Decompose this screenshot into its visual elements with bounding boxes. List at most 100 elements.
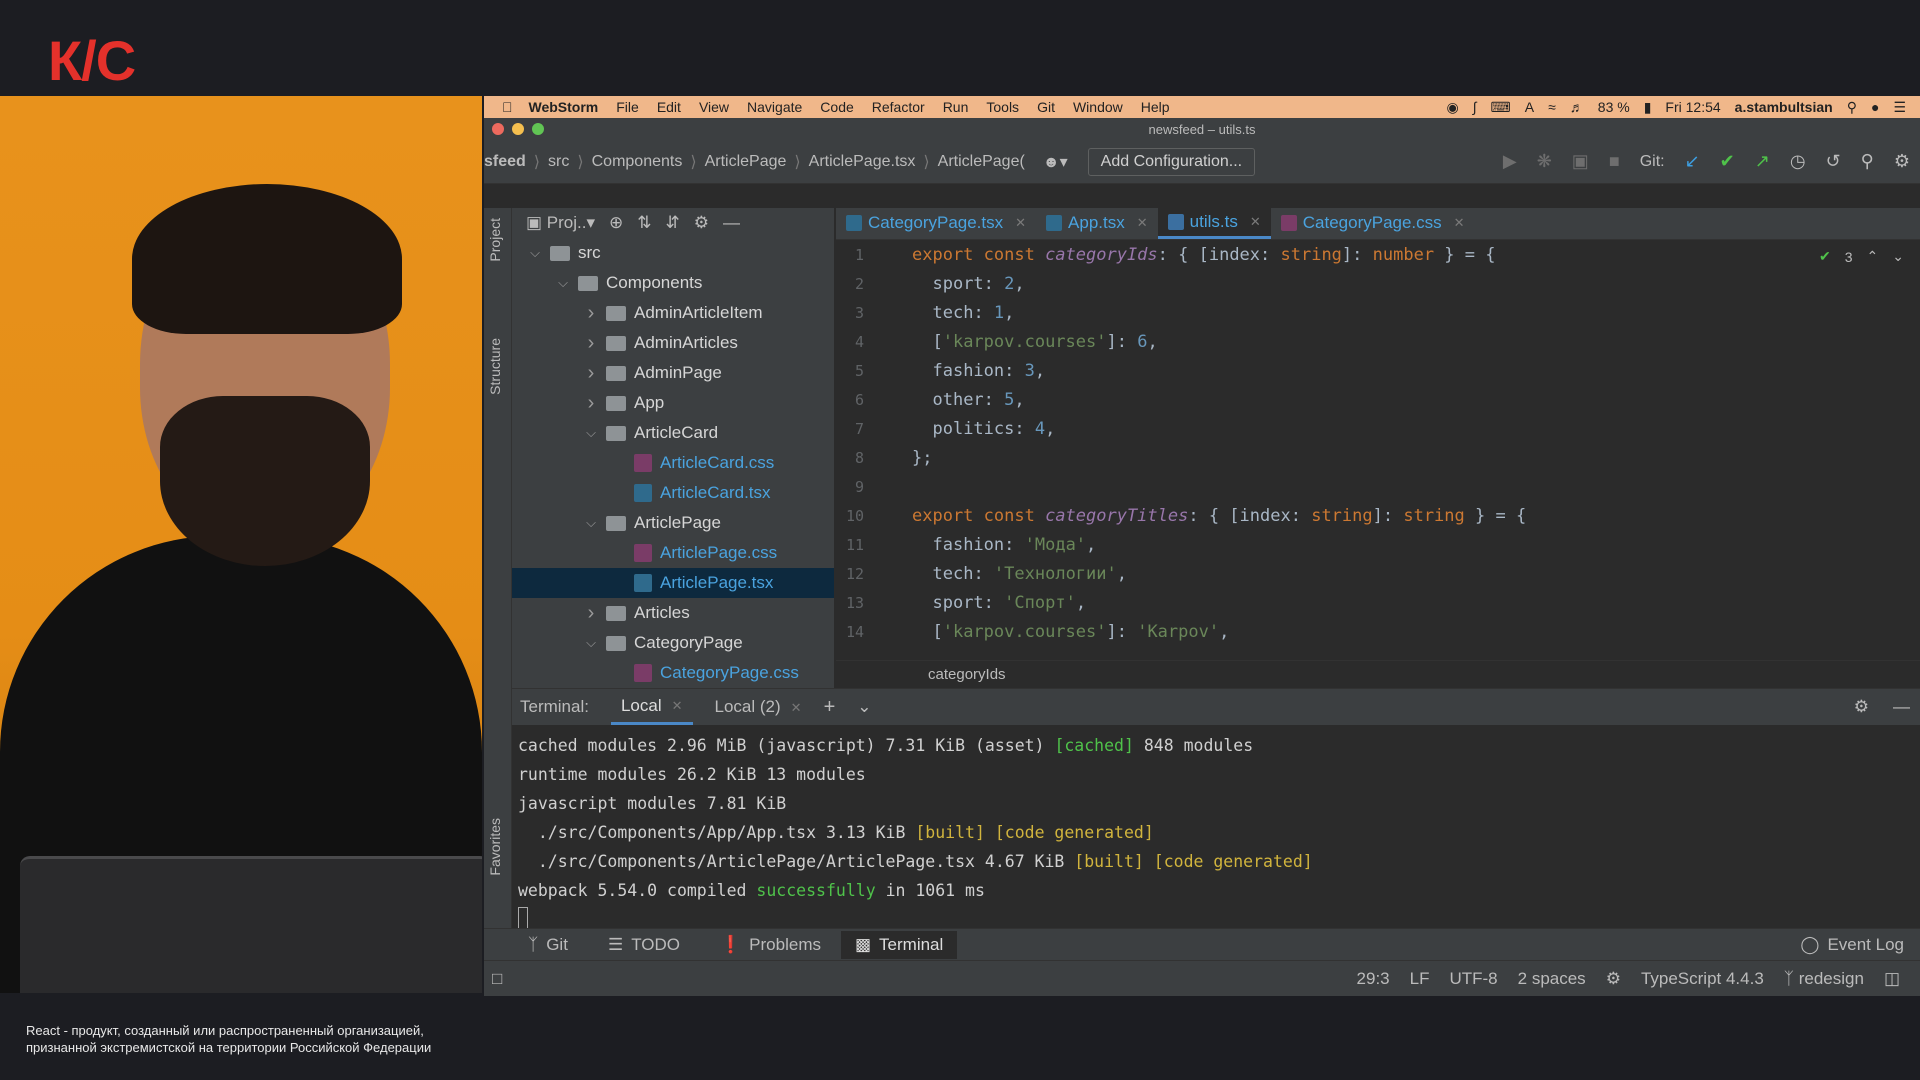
chevron-right-icon[interactable]: › [582,362,600,385]
spotlight-icon[interactable]: ⚲ [1847,99,1857,116]
readonly-lock-icon[interactable]: ◫ [1884,969,1900,989]
terminal-tab-local-2[interactable]: Local (2) ✕ [715,697,802,717]
apple-icon[interactable]:  [502,99,513,115]
chevron-right-icon[interactable]: › [582,602,600,625]
hide-icon[interactable]: — [723,213,740,233]
menu-git[interactable]: Git [1037,99,1055,115]
volume-icon[interactable]: ♬ [1570,99,1584,115]
tree-item[interactable]: › Articles [512,598,834,628]
problems-tool-button[interactable]: ❗ Problems [720,935,821,955]
tree-item[interactable]: › AdminArticles [512,328,834,358]
tree-item[interactable]: ArticlePage.tsx [512,568,834,598]
close-icon[interactable]: ✕ [1454,215,1465,231]
menu-file[interactable]: File [616,99,639,115]
menu-help[interactable]: Help [1141,99,1170,115]
chevron-right-icon[interactable]: › [582,332,600,355]
project-view-selector[interactable]: ▣ Proj..▾ [526,213,595,233]
input-source-icon[interactable]: A [1525,99,1534,115]
bluetooth-icon[interactable]: ∫ [1473,99,1477,115]
git-tool-button[interactable]: ᛉ Git [528,935,568,955]
clock[interactable]: Fri 12:54 [1665,99,1720,115]
tree-item[interactable]: › App [512,388,834,418]
close-icon[interactable]: ✕ [672,698,683,714]
editor-tab[interactable]: App.tsx ✕ [1036,207,1158,239]
tree-item[interactable]: ArticleCard.tsx [512,478,834,508]
chevron-right-icon[interactable]: › [582,302,600,325]
add-configuration-button[interactable]: Add Configuration... [1087,147,1256,176]
menu-refactor[interactable]: Refactor [872,99,925,115]
close-icon[interactable]: ✕ [1250,214,1261,230]
app-menu[interactable]: WebStorm [529,99,599,115]
breadcrumb-articlepage-file[interactable]: ArticlePage.tsx [809,153,916,171]
chevron-right-icon[interactable]: › [582,392,600,415]
chevron-down-icon[interactable]: ⌵ [582,635,600,651]
menu-edit[interactable]: Edit [657,99,681,115]
code-view[interactable]: 1 export const categoryIds: { [index: str… [836,240,1920,660]
editor-tab[interactable]: CategoryPage.css ✕ [1271,207,1475,239]
chevron-down-icon[interactable]: ⌵ [526,245,544,261]
lock-icon[interactable]: ⚙ [1606,969,1621,989]
tree-item[interactable]: ⌵ ArticleCard [512,418,834,448]
tree-item[interactable]: › AdminPage [512,358,834,388]
tree-item[interactable]: ⌵ Components [512,268,834,298]
tree-item[interactable]: ⌵ ArticlePage [512,508,834,538]
battery-icon[interactable]: ▮ [1644,99,1652,116]
debug-icon[interactable]: ❋ [1537,151,1552,172]
breadcrumb-function[interactable]: ArticlePage( [938,153,1025,171]
hide-icon[interactable]: — [1893,697,1910,717]
chevron-down-icon[interactable]: ⌵ [554,275,572,291]
chevron-down-icon[interactable]: ⌄ [857,697,871,717]
git-branch[interactable]: ᛉ redesign [1784,969,1864,989]
language-service[interactable]: TypeScript 4.4.3 [1641,969,1764,989]
git-push-icon[interactable]: ↗ [1755,151,1770,172]
coverage-icon[interactable]: ▣ [1572,151,1589,172]
record-icon[interactable]: ◉ [1446,99,1458,116]
menu-code[interactable]: Code [820,99,853,115]
indent-setting[interactable]: 2 spaces [1518,969,1586,989]
rollback-icon[interactable]: ↺ [1826,151,1841,172]
terminal-output[interactable]: cached modules 2.96 MiB (javascript) 7.3… [512,725,1920,934]
editor-tab[interactable]: CategoryPage.tsx ✕ [836,207,1036,239]
event-log-button[interactable]: ◯ Event Log [1800,935,1904,955]
stop-icon[interactable]: ■ [1609,151,1620,172]
tree-item[interactable]: ⌵ CategoryPage [512,628,834,658]
gear-icon[interactable]: ⚙ [694,213,709,233]
panel-toggle-icon[interactable]: □ [492,969,502,989]
chevron-down-icon[interactable]: ⌄ [1892,248,1904,265]
structure-tool-tab[interactable]: Structure [487,338,503,395]
chevron-down-icon[interactable]: ⌵ [582,515,600,531]
keyboard-icon[interactable]: ⌨ [1491,99,1511,116]
favorites-tool-tab[interactable]: Favorites [487,818,503,876]
history-icon[interactable]: ◷ [1790,151,1806,172]
inspection-widget[interactable]: ✔ 3 ⌃ ⌄ [1819,248,1904,265]
chevron-down-icon[interactable]: ⌵ [582,425,600,441]
git-update-icon[interactable]: ↙ [1685,151,1700,172]
breadcrumb-context[interactable]: categoryIds [836,660,1920,688]
breadcrumb-src[interactable]: src [548,153,569,171]
gear-icon[interactable]: ⚙ [1854,697,1869,717]
battery-percent[interactable]: 83 % [1598,99,1630,115]
tree-item[interactable]: CategoryPage.css [512,658,834,688]
terminal-tool-button[interactable]: ▩ Terminal [840,930,958,959]
new-terminal-icon[interactable]: + [824,696,836,719]
close-icon[interactable]: ✕ [1015,215,1026,231]
menu-window[interactable]: Window [1073,99,1123,115]
wifi-icon[interactable]: ≈ [1548,99,1556,115]
project-tool-tab[interactable]: Project [487,218,503,262]
git-commit-icon[interactable]: ✔ [1720,151,1735,172]
close-icon[interactable]: ✕ [791,700,802,715]
close-icon[interactable]: ✕ [1137,215,1148,231]
caret-position[interactable]: 29:3 [1357,969,1390,989]
siri-icon[interactable]: ● [1871,99,1879,115]
menu-tools[interactable]: Tools [986,99,1019,115]
menu-view[interactable]: View [699,99,729,115]
line-separator[interactable]: LF [1410,969,1430,989]
breadcrumb-components[interactable]: Components [592,153,683,171]
terminal-tab-local[interactable]: Local ✕ [610,689,693,725]
file-encoding[interactable]: UTF-8 [1449,969,1497,989]
breadcrumb-project[interactable]: sfeed [484,153,526,171]
gear-icon[interactable]: ⚙ [1894,151,1910,172]
editor-tab[interactable]: utils.ts ✕ [1157,207,1271,239]
menu-run[interactable]: Run [943,99,969,115]
menu-navigate[interactable]: Navigate [747,99,802,115]
